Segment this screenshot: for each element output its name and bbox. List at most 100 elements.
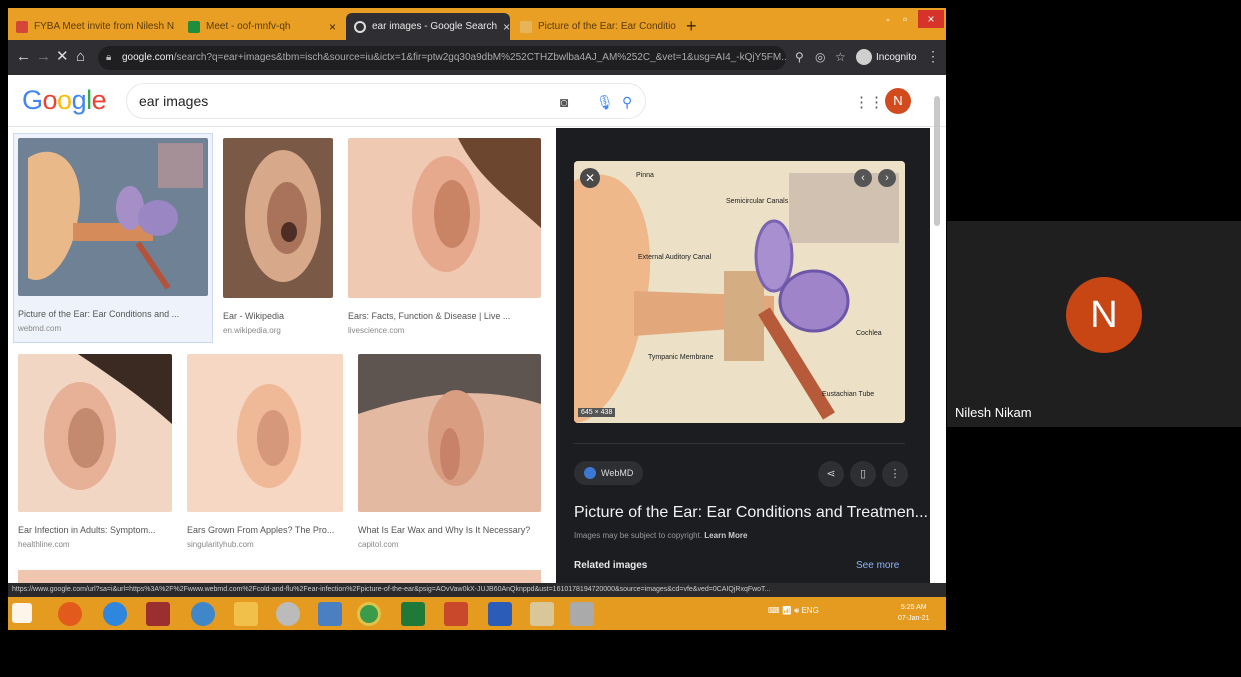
participant-name: Nilesh Nikam (955, 405, 1032, 420)
close-icon[interactable]: × (497, 20, 510, 34)
tab-google-search[interactable]: ear images - Google Search × (346, 13, 510, 40)
lock-icon: 🔒︎ (106, 52, 112, 63)
minimize-button[interactable]: - (886, 12, 890, 26)
search-query: ear images (139, 93, 209, 109)
app-icon[interactable] (146, 602, 170, 626)
image-results-grid: Picture of the Ear: Ear Conditions and .… (8, 128, 556, 583)
firefox-icon[interactable] (58, 602, 82, 626)
app-icon[interactable] (570, 602, 594, 626)
media-player-icon[interactable] (276, 602, 300, 626)
incognito-indicator[interactable]: Incognito (856, 49, 917, 65)
participant-avatar: N (1066, 277, 1142, 353)
result-caption: Ears Grown From Apples? The Pro... (187, 525, 335, 535)
tab-gmail[interactable]: FYBA Meet invite from Nilesh N × (8, 13, 178, 40)
url-host: google.com (122, 52, 174, 63)
logo-letter: o (57, 85, 72, 115)
home-icon[interactable]: ⌂ (76, 48, 85, 66)
result-caption: Ear Infection in Adults: Symptom... (18, 525, 156, 535)
label-eustachian: Eustachian Tube (822, 391, 874, 398)
new-tab-button[interactable]: + (686, 16, 697, 37)
address-bar[interactable]: 🔒︎ google.com/search?q=ear+images&tbm=isc… (98, 46, 786, 70)
forward-arrow-icon[interactable]: → (36, 48, 51, 66)
tab-webmd[interactable]: Picture of the Ear: Ear Conditio × (512, 13, 680, 40)
camera-icon[interactable]: ◙ (560, 94, 568, 110)
bookmark-star-icon[interactable]: ☆ (835, 50, 846, 64)
tab-label: Picture of the Ear: Ear Conditio (538, 21, 676, 32)
language-indicator[interactable]: ENG (801, 606, 818, 615)
label-cochlea: Cochlea (856, 330, 882, 337)
search-icon[interactable]: ⚲ (622, 94, 632, 111)
powerpoint-icon[interactable] (444, 602, 468, 626)
participant-tile[interactable]: N Nilesh Nikam (947, 221, 1241, 427)
maximize-button[interactable]: ▫ (903, 12, 907, 26)
close-preview-button[interactable]: ✕ (580, 168, 600, 188)
account-avatar[interactable]: N (885, 88, 911, 114)
previous-image-button[interactable]: ‹ (854, 169, 872, 187)
keyboard-icon[interactable]: ⌨ (768, 606, 780, 615)
browser-menu-icon[interactable]: ⋮ (926, 48, 940, 65)
result-source: healthline.com (18, 540, 70, 549)
result-source: webmd.com (18, 324, 62, 333)
source-site-label: WebMD (601, 468, 634, 478)
result-card[interactable]: Ears: Facts, Function & Disease | Live .… (348, 138, 541, 335)
close-icon[interactable]: × (676, 20, 680, 34)
logo-letter: G (22, 85, 43, 115)
preview-title-link[interactable]: Picture of the Ear: Ear Conditions and T… (574, 504, 928, 522)
chrome-icon[interactable] (357, 602, 381, 626)
app-icon[interactable] (318, 602, 342, 626)
ear-anatomy-image[interactable]: Pinna Semicircular Canals External Audit… (574, 161, 905, 423)
network-status-icon[interactable]: 📶︎ (782, 606, 792, 615)
system-tray[interactable]: ⌨ 📶︎ 🔊︎ ENG (768, 606, 819, 616)
save-bookmark-icon[interactable]: ▯ (850, 461, 876, 487)
windows-start-icon[interactable] (12, 603, 32, 623)
internet-explorer-icon[interactable] (103, 602, 127, 626)
result-card[interactable]: Ear - Wikipedia en.wikipedia.org (223, 138, 333, 335)
tab-strip: FYBA Meet invite from Nilesh N × Meet - … (8, 8, 946, 40)
page-scrollbar[interactable] (934, 96, 940, 226)
related-images-heading: Related images (574, 560, 648, 571)
volume-icon[interactable]: 🔊︎ (794, 606, 799, 615)
result-source: capitol.com (358, 540, 399, 549)
close-icon[interactable]: × (174, 20, 178, 34)
microphone-icon[interactable]: 🎙︎ (596, 94, 614, 111)
source-site-chip[interactable]: WebMD (574, 461, 644, 485)
file-explorer-icon[interactable] (530, 602, 554, 626)
loading-icon (354, 20, 366, 33)
clock-date: 07-Jan-21 (898, 615, 930, 622)
tab-label: ear images - Google Search (372, 21, 498, 32)
ear-photo-thumbnail (358, 354, 541, 512)
search-icon[interactable]: ⚲ (795, 50, 804, 64)
excel-icon[interactable] (401, 602, 425, 626)
close-window-button[interactable]: × (918, 10, 944, 28)
taskbar-clock[interactable]: 5:25 AM 07-Jan-21 (898, 602, 930, 624)
stop-icon[interactable]: ✕ (56, 48, 69, 66)
see-more-link[interactable]: See more (856, 560, 899, 571)
copyright-notice: Images may be subject to copyright. Lear… (574, 531, 747, 540)
network-icon[interactable] (191, 602, 215, 626)
more-options-icon[interactable]: ⋮ (882, 461, 908, 487)
word-icon[interactable] (488, 602, 512, 626)
learn-more-link[interactable]: Learn More (704, 531, 747, 540)
share-icon[interactable]: ⋖ (818, 461, 844, 487)
screen-cast-icon[interactable]: ◎ (815, 50, 825, 64)
label-pinna: Pinna (636, 172, 654, 179)
browser-toolbar: ← → ✕ ⌂ 🔒︎ google.com/search?q=ear+images… (8, 40, 946, 75)
ear-diagram-thumbnail (18, 138, 208, 296)
tab-meet[interactable]: Meet - oof-mnfv-qh × (180, 13, 344, 40)
result-card[interactable]: Ear Infection in Adults: Symptom... heal… (18, 354, 172, 549)
gmail-icon (16, 20, 28, 33)
result-caption: Picture of the Ear: Ear Conditions and .… (18, 309, 180, 319)
result-card[interactable]: Ears Grown From Apples? The Pro... singu… (187, 354, 343, 549)
result-source: livescience.com (348, 326, 405, 335)
app-icon[interactable] (234, 602, 258, 626)
logo-letter: o (42, 85, 58, 115)
result-card[interactable]: What Is Ear Wax and Why Is It Necessary?… (358, 354, 541, 549)
result-card[interactable]: Picture of the Ear: Ear Conditions and .… (13, 133, 213, 343)
next-image-button[interactable]: › (878, 169, 896, 187)
image-preview-panel: Pinna Semicircular Canals External Audit… (556, 128, 930, 583)
url-path: /search?q=ear+images&tbm=isch&source=iu&… (173, 52, 786, 63)
close-icon[interactable]: × (323, 20, 336, 34)
back-arrow-icon[interactable]: ← (16, 48, 31, 66)
label-tympanic: Tympanic Membrane (648, 354, 713, 361)
google-logo[interactable]: Google (22, 85, 107, 116)
